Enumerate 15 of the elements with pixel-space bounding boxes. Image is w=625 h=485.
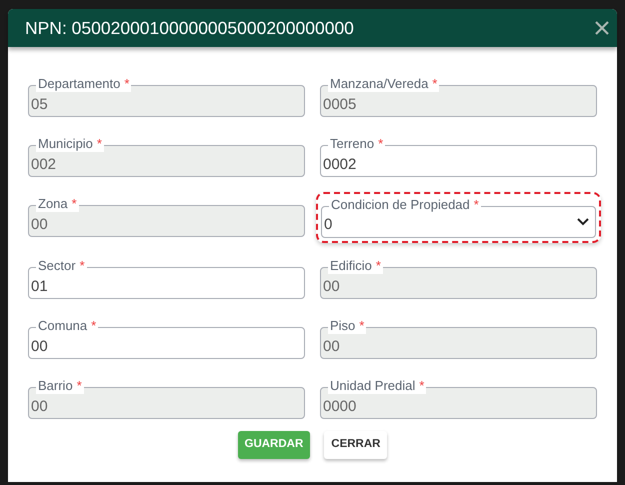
field-label: Zona *: [36, 196, 79, 212]
field-label: Departamento *: [36, 76, 132, 92]
chevron-down-icon: [577, 218, 589, 226]
field-label: Piso *: [328, 318, 366, 334]
close-button[interactable]: CERRAR: [324, 431, 388, 459]
field-label: Condicion de Propiedad *: [329, 197, 481, 213]
select-value: 0: [324, 214, 332, 235]
save-button[interactable]: GUARDAR: [238, 431, 310, 459]
dialog-title: NPN: 05002000100000005000200000000: [25, 16, 354, 40]
field-label: Unidad Predial *: [328, 378, 426, 394]
field-label: Manzana/Vereda *: [328, 76, 440, 92]
field-label: Barrio *: [36, 378, 84, 394]
close-icon[interactable]: [594, 20, 610, 36]
field-label: Edificio *: [328, 258, 383, 274]
field-label: Municipio *: [36, 136, 104, 152]
